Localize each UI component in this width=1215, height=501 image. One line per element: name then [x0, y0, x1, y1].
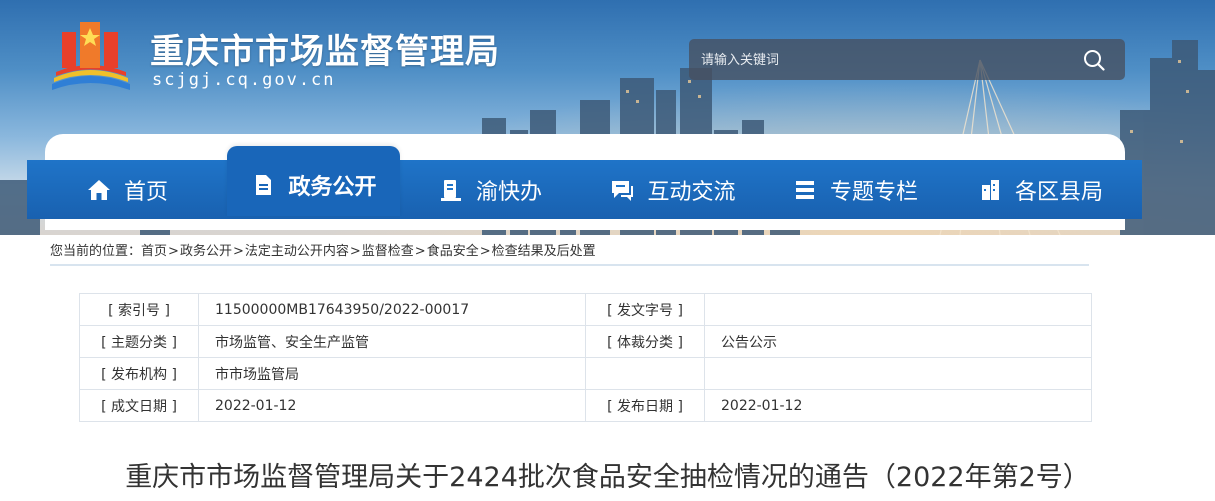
nav-item-district-bureaus[interactable]: 各区县局	[945, 160, 1135, 219]
building-icon	[981, 179, 999, 200]
breadcrumb-separator: >	[349, 244, 361, 259]
meta-value-subject-category: 市场监管、安全生产监管	[198, 325, 586, 358]
search-box	[689, 39, 1125, 82]
meta-label-genre-category: [ 体裁分类 ]	[585, 325, 705, 358]
column-icon	[795, 180, 814, 199]
site-title: 重庆市市场监督管理局	[150, 32, 500, 72]
nav-item-label: 互动交流	[647, 179, 736, 205]
meta-value-index-number: 11500000MB17643950/2022-00017	[198, 293, 586, 326]
table-row: [ 成文日期 ] 2022-01-12 [ 发布日期 ] 2022-01-12	[79, 389, 1092, 422]
breadcrumb-separator: >	[479, 244, 491, 259]
nav-item-label: 渝快办	[475, 179, 542, 205]
search-icon[interactable]	[1083, 49, 1105, 71]
breadcrumb-item-government-affairs[interactable]: 政务公开	[180, 244, 232, 259]
search-input[interactable]	[699, 39, 1073, 82]
meta-value-issuing-agency: 市市场监管局	[198, 357, 586, 390]
meta-label-empty	[585, 357, 705, 390]
meta-value-empty	[704, 357, 1092, 390]
nav-item-label: 政务公开	[288, 174, 377, 200]
nav-item-label: 专题专栏	[829, 179, 918, 205]
document-meta-table: [ 索引号 ] 11500000MB17643950/2022-00017 [ …	[79, 293, 1092, 422]
breadcrumb-separator: >	[414, 244, 426, 259]
meta-label-subject-category: [ 主题分类 ]	[79, 325, 199, 358]
breadcrumb-item-inspection[interactable]: 监督检查	[362, 244, 414, 259]
meta-label-document-number: [ 发文字号 ]	[585, 293, 705, 326]
chat-icon	[612, 180, 634, 201]
nav-item-special-topics[interactable]: 专题专栏	[765, 160, 945, 219]
nav-item-yukuaiban[interactable]: 渝快办	[400, 160, 580, 219]
table-row: [ 索引号 ] 11500000MB17643950/2022-00017 [ …	[79, 293, 1092, 326]
nav-item-label: 首页	[123, 179, 168, 205]
breadcrumb-item-home[interactable]: 首页	[141, 244, 167, 259]
meta-value-document-number	[704, 293, 1092, 326]
breadcrumb-item-inspection-results[interactable]: 检查结果及后处置	[492, 244, 596, 259]
service-icon	[440, 179, 461, 201]
breadcrumb-item-food-safety[interactable]: 食品安全	[427, 244, 479, 259]
meta-value-publish-date: 2022-01-12	[704, 389, 1092, 422]
home-icon	[87, 179, 110, 200]
meta-label-written-date: [ 成文日期 ]	[79, 389, 199, 422]
breadcrumb-item-statutory-disclosure[interactable]: 法定主动公开内容	[245, 244, 349, 259]
breadcrumb-separator: >	[168, 244, 179, 259]
nav-item-interaction[interactable]: 互动交流	[580, 160, 765, 219]
meta-label-publish-date: [ 发布日期 ]	[585, 389, 705, 422]
meta-value-written-date: 2022-01-12	[198, 389, 586, 422]
breadcrumb-prefix: 您当前的位置：	[50, 244, 142, 259]
meta-value-genre-category: 公告公示	[704, 325, 1092, 358]
table-row: [ 主题分类 ] 市场监管、安全生产监管 [ 体裁分类 ] 公告公示	[79, 325, 1092, 358]
nav-item-home[interactable]: 首页	[27, 160, 227, 219]
nav-item-label: 各区县局	[1014, 179, 1103, 205]
document-title: 重庆市市场监督管理局关于2424批次食品安全抽检情况的通告（2022年第2号）	[125, 462, 1090, 493]
emblem-logo-icon	[52, 22, 130, 90]
nav-item-government-affairs[interactable]: 政务公开	[227, 145, 400, 216]
table-row: [ 发布机构 ] 市市场监管局	[79, 357, 1092, 390]
meta-label-index-number: [ 索引号 ]	[79, 293, 199, 326]
breadcrumb: 您当前的位置：首页>政务公开>法定主动公开内容>监督检查>食品安全>检查结果及后…	[50, 240, 1089, 266]
meta-label-issuing-agency: [ 发布机构 ]	[79, 357, 199, 390]
site-domain: scjgj.cq.gov.cn	[152, 70, 336, 90]
document-icon	[256, 174, 272, 195]
main-nav: 首页 政务公开 渝快办 互动交流 专题专栏 各区县局	[27, 145, 1142, 219]
breadcrumb-separator: >	[232, 244, 244, 259]
